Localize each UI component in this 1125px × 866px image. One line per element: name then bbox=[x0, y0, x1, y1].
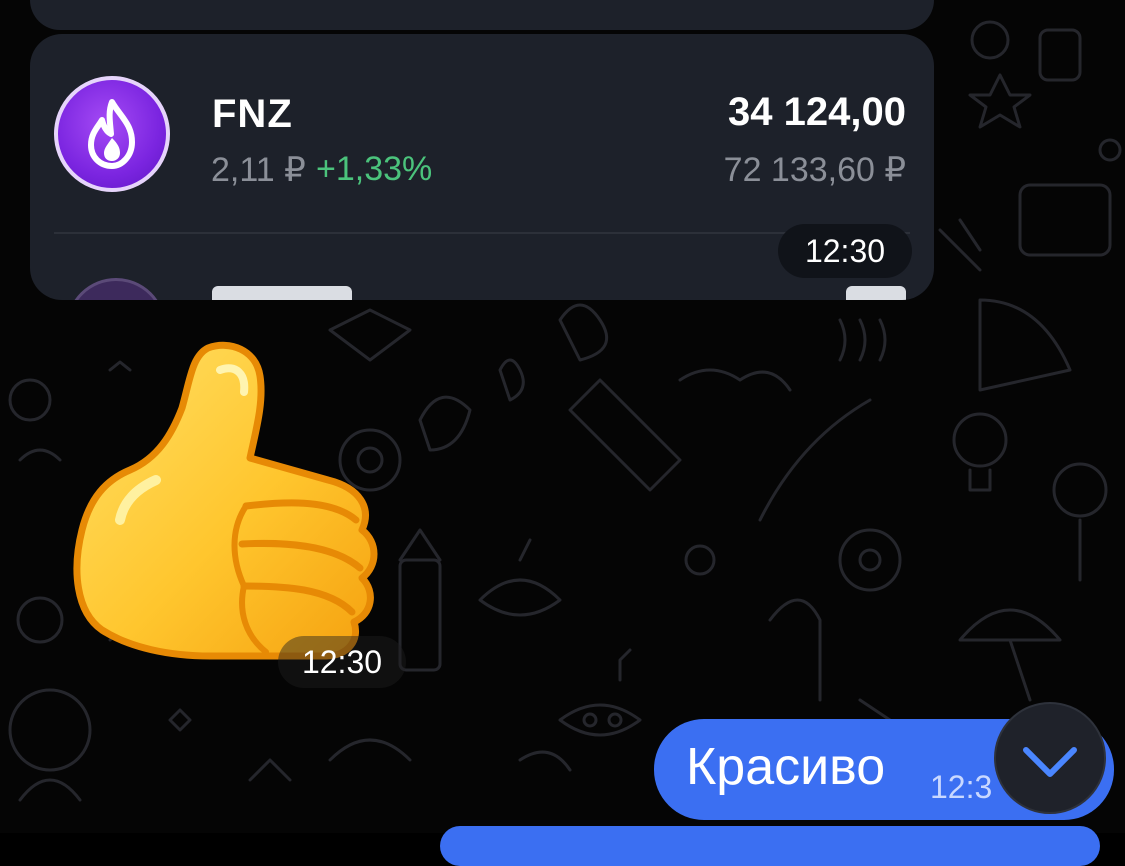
scroll-down-button[interactable] bbox=[994, 702, 1106, 814]
flame-icon bbox=[54, 76, 170, 192]
next-asset-logo bbox=[66, 278, 166, 300]
card-timestamp: 12:30 bbox=[778, 224, 912, 278]
message-text: Красиво bbox=[686, 738, 886, 796]
next-asset-amount-cut bbox=[846, 286, 906, 300]
asset-row-fnz[interactable]: FNZ 2,11 ₽ +1,33% 34 124,00 72 133,60 ₽ bbox=[30, 34, 934, 232]
next-message-bubble-edge bbox=[440, 826, 1100, 866]
portfolio-card[interactable]: FNZ 2,11 ₽ +1,33% 34 124,00 72 133,60 ₽ … bbox=[30, 34, 934, 300]
sticker-timestamp: 12:30 bbox=[278, 636, 406, 688]
asset-value: 72 133,60 ₽ bbox=[723, 151, 906, 189]
asset-symbol: FNZ bbox=[212, 92, 293, 136]
thumbs-up-icon[interactable] bbox=[60, 330, 390, 665]
previous-card-edge bbox=[30, 0, 934, 30]
message-timestamp: 12:3 bbox=[930, 769, 993, 805]
chevron-down-icon bbox=[1023, 747, 1077, 777]
asset-amount: 34 124,00 bbox=[728, 90, 906, 134]
row-divider bbox=[54, 232, 910, 234]
asset-change: +1,33% bbox=[316, 150, 433, 188]
asset-price: 2,11 ₽ bbox=[211, 151, 306, 189]
next-asset-symbol-cut bbox=[212, 286, 352, 300]
